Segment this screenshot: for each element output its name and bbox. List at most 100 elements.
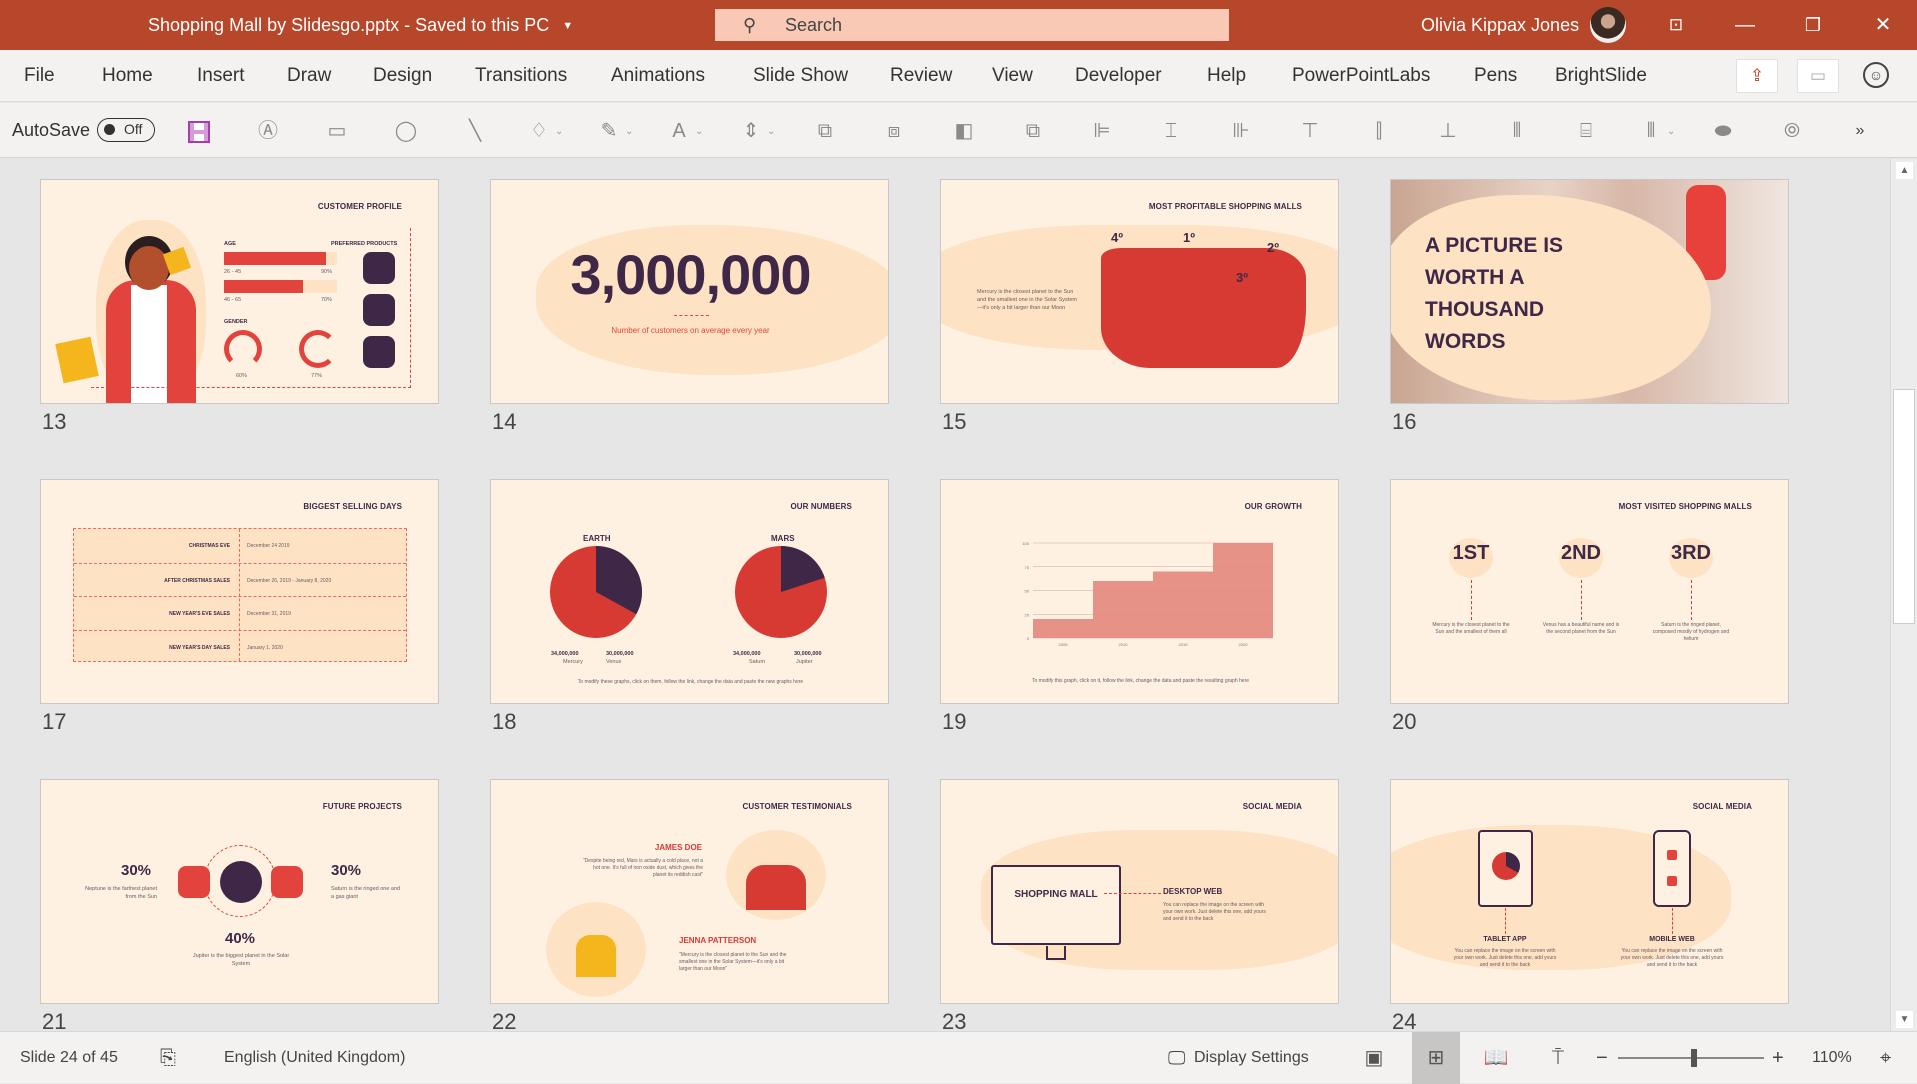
- fit-to-window-icon[interactable]: ⌖: [1880, 1032, 1891, 1084]
- tab-insert[interactable]: Insert: [197, 50, 245, 102]
- slide-number: 18: [492, 709, 517, 734]
- ribbon-display-options-button[interactable]: ⊡: [1653, 0, 1699, 50]
- align-left-icon[interactable]: ⊫: [1088, 117, 1116, 145]
- slide-thumbnail-23[interactable]: SOCIAL MEDIA SHOPPING MALL DESKTOP WEB Y…: [940, 779, 1339, 1004]
- vertical-scrollbar[interactable]: ▲ ▼: [1890, 159, 1917, 1031]
- restore-button[interactable]: ❐: [1790, 0, 1836, 50]
- save-icon[interactable]: [188, 121, 210, 143]
- tab-review[interactable]: Review: [890, 50, 952, 102]
- slide-sorter-view-button[interactable]: ⊞: [1412, 1032, 1460, 1084]
- send-backward-icon[interactable]: ◧: [950, 117, 978, 145]
- slide-thumbnail-13[interactable]: CUSTOMER PROFILE AGE PREFERRED PRODUCTS …: [40, 179, 439, 404]
- rectangle-icon[interactable]: ▭: [323, 117, 351, 145]
- chart-bar: [1033, 619, 1093, 638]
- slide-number: 15: [942, 409, 967, 434]
- slide-thumbnail-17[interactable]: BIGGEST SELLING DAYS CHRISTMAS EVE Decemb…: [40, 479, 439, 704]
- ribbon-tabs: File Home Insert Draw Design Transitions…: [0, 50, 1917, 102]
- zoom-level[interactable]: 110%: [1812, 1032, 1852, 1084]
- zoom-out-button[interactable]: −: [1596, 1032, 1608, 1084]
- display-settings-icon[interactable]: 🖵: [1168, 1032, 1185, 1084]
- more-tools-button[interactable]: »: [1846, 117, 1874, 145]
- tab-design[interactable]: Design: [373, 50, 432, 102]
- tab-powerpointlabs[interactable]: PowerPointLabs: [1292, 50, 1430, 102]
- align-right-icon[interactable]: ⊪: [1227, 117, 1255, 145]
- table-row: AFTER CHRISTMAS SALES December 26, 2019 -…: [74, 562, 406, 597]
- distribute-icon[interactable]: ⦀ ⌄: [1637, 117, 1676, 145]
- tab-slide-show[interactable]: Slide Show: [753, 50, 848, 102]
- align-middle-icon[interactable]: ⫿: [1365, 117, 1393, 145]
- tab-help[interactable]: Help: [1207, 50, 1246, 102]
- slide-sorter: CUSTOMER PROFILE AGE PREFERRED PRODUCTS …: [0, 159, 1890, 1031]
- normal-view-button[interactable]: ▣: [1350, 1032, 1398, 1084]
- tab-file[interactable]: File: [24, 50, 55, 102]
- align-center-icon[interactable]: ⌶: [1157, 117, 1185, 145]
- ungroup-icon[interactable]: ⧉: [1019, 117, 1047, 145]
- bring-forward-icon[interactable]: ⧉: [811, 117, 839, 145]
- slide-thumbnail-14[interactable]: 3,000,000 Number of customers on average…: [490, 179, 889, 404]
- slide-thumbnail-16[interactable]: A PICTURE IS WORTH A THOUSAND WORDS: [1390, 179, 1789, 404]
- shape-fill-icon[interactable]: ♢ ⌄: [525, 117, 563, 145]
- merge-union-icon[interactable]: ⬬: [1709, 117, 1737, 145]
- zoom-slider[interactable]: [1618, 1049, 1764, 1067]
- tab-view[interactable]: View: [992, 50, 1033, 102]
- rank-label: 1ST: [1452, 542, 1490, 564]
- language-indicator[interactable]: English (United Kingdom): [224, 1032, 405, 1084]
- slide-counter[interactable]: Slide 24 of 45: [20, 1032, 118, 1084]
- font-color-icon[interactable]: A ⌄: [665, 117, 703, 145]
- tab-transitions[interactable]: Transitions: [475, 50, 567, 102]
- align-bottom-icon[interactable]: ⊥: [1434, 117, 1462, 145]
- line-icon[interactable]: ╲: [461, 117, 489, 145]
- search-box[interactable]: ⚲ Search: [715, 9, 1229, 41]
- slide-show-button[interactable]: ⍑: [1534, 1032, 1582, 1084]
- reading-view-button[interactable]: 📖: [1472, 1032, 1520, 1084]
- slide-thumbnail-22[interactable]: CUSTOMER TESTIMONIALS JAMES DOE "Despite…: [490, 779, 889, 1004]
- status-bar: Slide 24 of 45 ⎘ English (United Kingdom…: [0, 1031, 1917, 1084]
- shape-outline-icon[interactable]: ✎ ⌄: [595, 117, 634, 145]
- close-button[interactable]: ✕: [1860, 0, 1906, 50]
- slide-number: 24: [1392, 1009, 1417, 1031]
- tab-pens[interactable]: Pens: [1474, 50, 1517, 102]
- comments-icon[interactable]: ▭: [1797, 59, 1839, 93]
- scroll-up-button[interactable]: ▲: [1896, 162, 1913, 179]
- slide-thumbnail-20[interactable]: MOST VISITED SHOPPING MALLS 1ST Mercury i…: [1390, 479, 1789, 704]
- oval-icon[interactable]: ◯: [392, 117, 420, 145]
- slide-thumbnail-21[interactable]: FUTURE PROJECTS 30% Neptune is the farth…: [40, 779, 439, 1004]
- align-text-icon[interactable]: ⇕ ⌄: [737, 117, 776, 145]
- event-date: December 26, 2019 - January 8, 2020: [247, 577, 332, 584]
- y-tick-label: 25: [1025, 612, 1030, 617]
- slide-thumbnail-18[interactable]: OUR NUMBERS EARTH 34,000,000 Mercury 30,…: [490, 479, 889, 704]
- group-icon[interactable]: ⧈: [880, 117, 908, 145]
- document-title[interactable]: Shopping Mall by Slidesgo.pptx - Saved t…: [148, 0, 573, 50]
- distribute-horizontally-icon[interactable]: ⫴: [1503, 117, 1531, 145]
- tab-home[interactable]: Home: [102, 50, 153, 102]
- save-status: Saved to this PC: [415, 15, 550, 35]
- zoom-slider-thumb[interactable]: [1690, 1049, 1697, 1067]
- align-top-icon[interactable]: ⊤: [1296, 117, 1324, 145]
- display-settings-button[interactable]: Display Settings: [1194, 1032, 1309, 1084]
- zoom-in-button[interactable]: +: [1772, 1032, 1784, 1084]
- tab-brightslide[interactable]: BrightSlide: [1555, 50, 1647, 102]
- mobile-device: [1653, 830, 1691, 907]
- slide-thumbnail-15[interactable]: MOST PROFITABLE SHOPPING MALLS Mercury i…: [940, 179, 1339, 404]
- user-name[interactable]: Olivia Kippax Jones: [1421, 0, 1579, 50]
- share-icon[interactable]: ⇪: [1736, 59, 1778, 93]
- chart-bar: [1093, 581, 1153, 638]
- minimize-button[interactable]: —: [1722, 0, 1768, 50]
- tab-animations[interactable]: Animations: [611, 50, 705, 102]
- distribute-vertically-icon[interactable]: ⌸: [1572, 117, 1600, 145]
- table-row: CHRISTMAS EVE December 24 2019: [74, 529, 406, 563]
- avatar[interactable]: [1590, 7, 1626, 43]
- tab-draw[interactable]: Draw: [287, 50, 331, 102]
- accessibility-checker-icon[interactable]: ⎘: [160, 1032, 176, 1084]
- slide-thumbnail-24[interactable]: SOCIAL MEDIA TABLET APP You can replace …: [1390, 779, 1789, 1004]
- tab-developer[interactable]: Developer: [1075, 50, 1162, 102]
- autosave-toggle[interactable]: Off: [97, 118, 155, 142]
- text-box-icon[interactable]: Ⓐ: [254, 117, 282, 145]
- smiley-icon[interactable]: ☺: [1863, 62, 1889, 88]
- scroll-down-button[interactable]: ▼: [1896, 1011, 1913, 1028]
- slide-thumbnail-19[interactable]: OUR GROWTH 0 25 50 75 100 2005 2010 2015 2020 To…: [940, 479, 1339, 704]
- merge-combine-icon[interactable]: ⦾: [1778, 117, 1806, 145]
- atm-icon: [271, 866, 303, 898]
- slide-number: 20: [1392, 709, 1417, 734]
- scroll-thumb[interactable]: [1893, 389, 1915, 624]
